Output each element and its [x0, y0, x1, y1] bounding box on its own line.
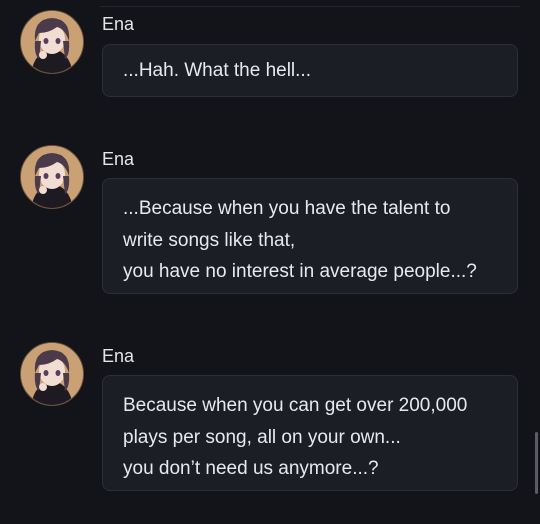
message-text-line: ...Hah. What the hell...	[123, 60, 311, 81]
scrollbar-thumb[interactable]	[535, 432, 538, 494]
message-text-line: you have no interest in average people..…	[123, 261, 477, 282]
message-text-line: Because when you can get over 200,000	[123, 395, 468, 416]
ena-avatar-icon[interactable]	[20, 145, 84, 209]
message-bubble: ...Hah. What the hell...	[102, 44, 518, 97]
top-divider	[100, 6, 520, 7]
message-text-line: you don’t need us anymore...?	[123, 458, 379, 479]
message-author: Ena	[102, 346, 135, 366]
message-text-line: ...Because when you have the talent to	[123, 198, 451, 219]
message-bubble: Because when you can get over 200,000 pl…	[102, 375, 518, 491]
ena-avatar-icon[interactable]	[20, 10, 84, 74]
message-text-line: write songs like that,	[123, 229, 296, 251]
message-author: Ena	[102, 14, 135, 34]
message-text-line: plays per song, all on your own...	[123, 426, 401, 448]
ena-avatar-icon[interactable]	[20, 342, 84, 406]
message-bubble: ...Because when you have the talent to w…	[102, 178, 518, 294]
message-author: Ena	[102, 149, 135, 169]
